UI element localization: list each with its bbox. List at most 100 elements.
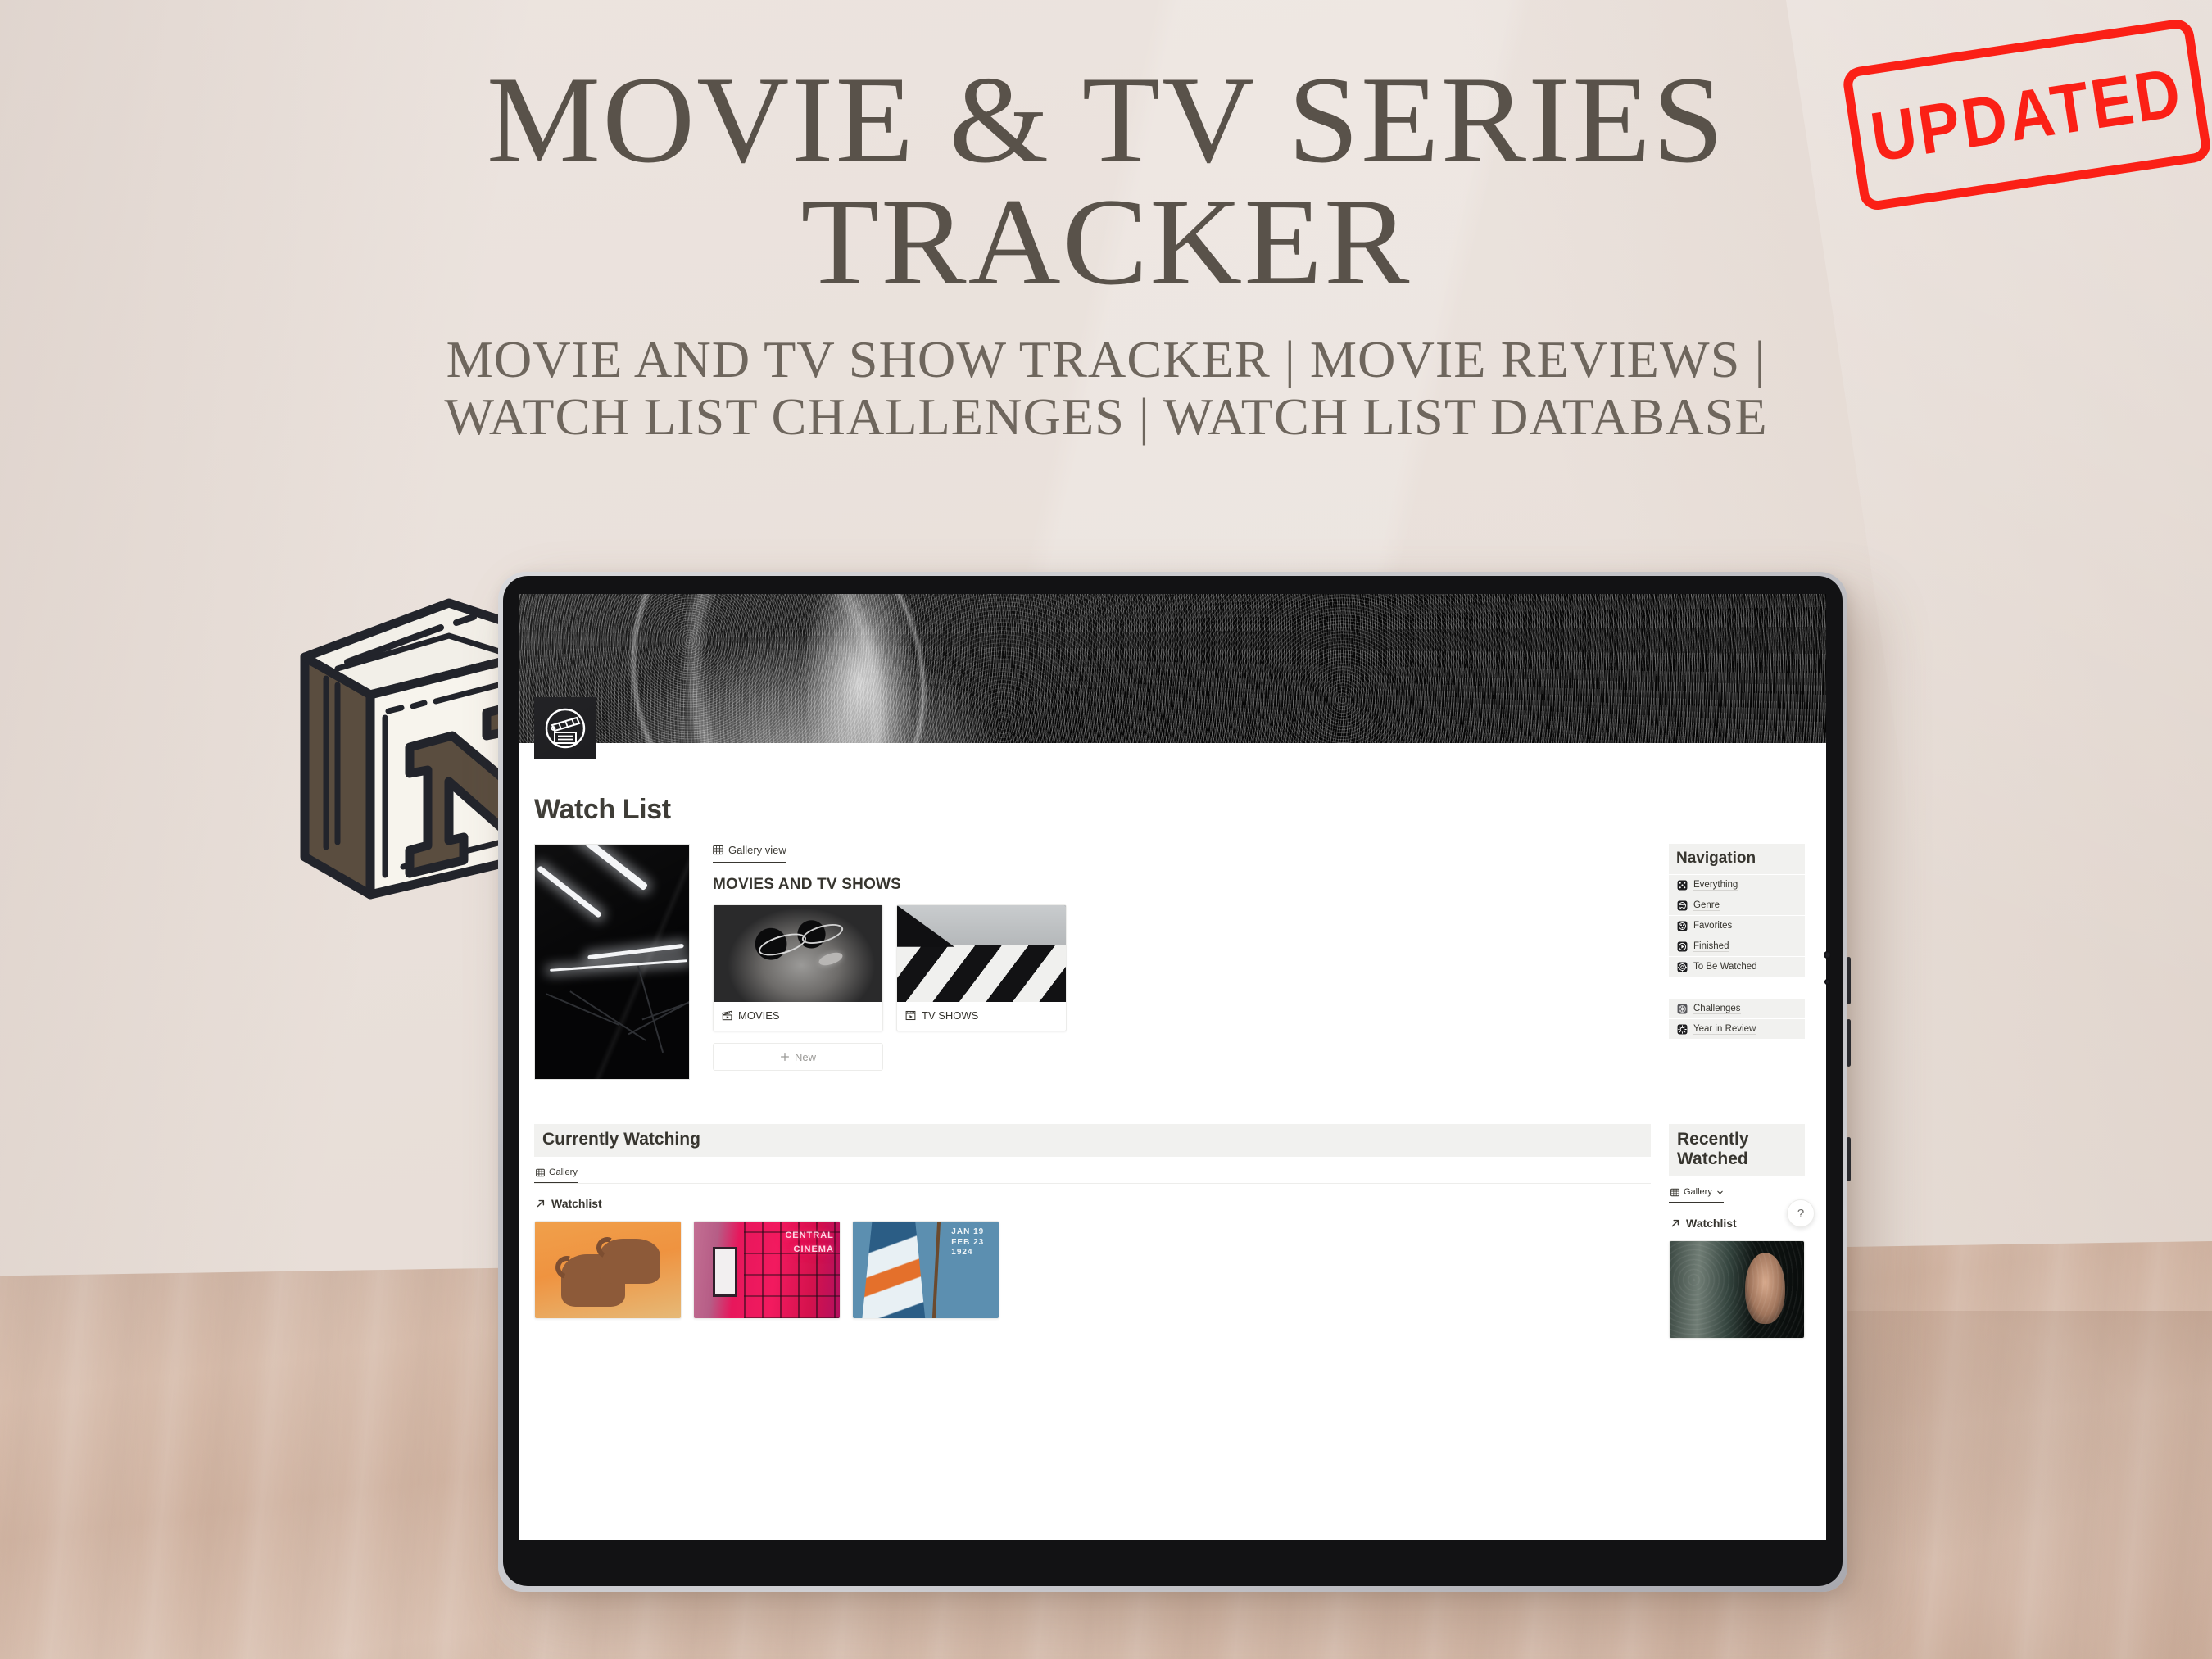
play-circle-glyph <box>1677 941 1687 951</box>
tablet-device: Watch List Gallery view MOVIES AND TV SH… <box>498 572 1851 1592</box>
database-column: Gallery view MOVIES AND TV SHOWS MOVIES … <box>690 844 1651 1080</box>
card-label-row-tv-shows: TV SHOWS <box>897 1002 1066 1031</box>
power-button[interactable] <box>1847 1137 1851 1181</box>
gallery-card-movies[interactable]: MOVIES <box>713 904 883 1031</box>
card-label-row-movies: MOVIES <box>714 1002 882 1031</box>
recently-watched-link-label: Watchlist <box>1686 1217 1737 1230</box>
gallery-view-icon <box>713 845 723 855</box>
gallery-view-glyph <box>713 845 723 855</box>
sidebar-label-genre: Genre <box>1693 900 1720 911</box>
recently-watched-view-label: Gallery <box>1684 1187 1712 1197</box>
rams-illustration-image <box>535 1222 681 1318</box>
lower-sections: Currently Watching Gallery Watchlist CEN… <box>519 1080 1826 1339</box>
film-strip-icon <box>905 1010 916 1021</box>
sidebar-label-challenges: Challenges <box>1693 1003 1741 1014</box>
central-cinema-neon-image: CENTRAL CINEMA <box>694 1222 840 1318</box>
clapperboard-icon <box>722 1010 732 1021</box>
plus-icon <box>780 1052 790 1062</box>
sidebar-label-to-be-watched: To Be Watched <box>1693 961 1757 972</box>
film-strip-glyph <box>905 1010 916 1021</box>
gallery-card-tv-shows[interactable]: TV SHOWS <box>896 904 1067 1031</box>
currently-watching-watchlist-link[interactable]: Watchlist <box>534 1184 1651 1221</box>
clapperboard-icon <box>534 697 596 759</box>
play-circle-icon <box>1676 941 1688 952</box>
currently-watching-title: Currently Watching <box>534 1124 1651 1157</box>
gear-glyph <box>1677 1024 1687 1034</box>
tablet-screen: Watch List Gallery view MOVIES AND TV SH… <box>519 594 1826 1540</box>
wheel-glyph <box>1677 1004 1687 1013</box>
sidebar-item-to-be-watched[interactable]: To Be Watched <box>1669 956 1805 977</box>
dice-glyph <box>1677 880 1687 890</box>
currently-watching-cards: CENTRAL CINEMA JAN 19 FEB 23 1924 <box>534 1221 1651 1319</box>
currently-watching-view-tab[interactable]: Gallery <box>534 1157 578 1184</box>
target-icon <box>1676 961 1688 972</box>
watch-card-cinema[interactable]: CENTRAL CINEMA <box>693 1221 841 1319</box>
promo-subhead: MOVIE AND TV SHOW TRACKER | MOVIE REVIEW… <box>0 331 2212 446</box>
dice-icon <box>1676 879 1688 891</box>
cinema-poster-frame <box>713 1246 738 1298</box>
navigation-panel: Navigation Everything Genre Favorites Fi… <box>1651 844 1805 1080</box>
volume-down-button[interactable] <box>1847 1019 1851 1067</box>
sidebar-item-favorites[interactable]: Favorites <box>1669 915 1805 936</box>
sidebar-label-everything: Everything <box>1693 879 1738 891</box>
portrait-texture <box>1670 1241 1804 1338</box>
watch-card-rams[interactable] <box>534 1221 682 1319</box>
sidebar-item-year-in-review[interactable]: Year in Review <box>1669 1018 1805 1039</box>
notion-page-body: Watch List Gallery view MOVIES AND TV SH… <box>519 743 1826 1339</box>
clapperboard-glyph <box>545 708 586 749</box>
gallery-view-glyph <box>536 1168 545 1176</box>
card-label-movies: MOVIES <box>738 1009 780 1022</box>
hero-image-column <box>534 844 690 1080</box>
arrow-up-right-glyph <box>1671 1219 1679 1227</box>
subhead-line-1: MOVIE AND TV SHOW TRACKER | MOVIE REVIEW… <box>446 330 1766 388</box>
recently-watched-watchlist-link[interactable]: Watchlist <box>1669 1203 1805 1240</box>
clover-glyph <box>1677 921 1687 931</box>
portrait-sunglasses-image <box>714 905 882 1002</box>
navigation-spacer <box>1669 977 1805 998</box>
front-camera-dot <box>1824 951 1831 959</box>
gear-icon <box>1676 1023 1688 1035</box>
navigation-title: Navigation <box>1669 844 1805 874</box>
cinema-neon-sign: CENTRAL CINEMA <box>785 1229 834 1256</box>
poster-date-line-3: 1924 <box>951 1248 973 1258</box>
volume-up-button[interactable] <box>1847 957 1851 1004</box>
sidebar-item-challenges[interactable]: Challenges <box>1669 998 1805 1018</box>
database-cards: MOVIES TV SHOWS <box>713 904 1651 1031</box>
currently-watching-view-label: Gallery <box>549 1167 578 1177</box>
card-thumbnail-movies <box>714 905 882 1002</box>
currently-watching-link-label: Watchlist <box>551 1197 602 1210</box>
recently-watched-view-tab[interactable]: Gallery <box>1669 1176 1724 1203</box>
new-card-button[interactable]: New <box>713 1043 883 1071</box>
recently-watched-title: Recently Watched <box>1669 1124 1805 1176</box>
hero-image <box>534 844 690 1080</box>
gallery-view-icon <box>1670 1188 1679 1197</box>
tab-gallery-view-label: Gallery view <box>728 844 786 856</box>
sidebar-label-favorites: Favorites <box>1693 920 1733 931</box>
help-button[interactable]: ? <box>1787 1199 1815 1227</box>
tablet-bezel: Watch List Gallery view MOVIES AND TV SH… <box>503 576 1843 1586</box>
recently-watched-section: Recently Watched Gallery Watchlist <box>1651 1124 1805 1339</box>
neon-line-2: CINEMA <box>793 1244 834 1254</box>
sensor-dot <box>1824 979 1830 985</box>
subhead-line-2: WATCH LIST CHALLENGES | WATCH LIST DATAB… <box>444 388 1768 446</box>
chevron-down-glyph <box>1717 1190 1723 1194</box>
sidebar-item-finished[interactable]: Finished <box>1669 936 1805 956</box>
globe-icon <box>1676 900 1688 911</box>
page-title: Watch List <box>534 794 671 825</box>
poster-date-line-1: JAN 19 <box>951 1227 985 1237</box>
tab-gallery-view[interactable]: Gallery view <box>713 844 786 863</box>
clover-icon <box>1676 920 1688 931</box>
gallery-view-icon <box>536 1168 545 1177</box>
poster-figure <box>861 1222 926 1318</box>
target-glyph <box>1677 962 1687 972</box>
card-label-tv-shows: TV SHOWS <box>922 1009 979 1022</box>
poster-pole <box>931 1222 941 1318</box>
sidebar-item-everything[interactable]: Everything <box>1669 874 1805 895</box>
watch-card-poster[interactable]: JAN 19 FEB 23 1924 <box>852 1221 999 1319</box>
chevron-down-icon[interactable] <box>1716 1189 1724 1196</box>
watch-card-portrait[interactable] <box>1669 1240 1805 1339</box>
plus-glyph <box>780 1052 790 1062</box>
poster-dates: JAN 19 FEB 23 1924 <box>951 1227 984 1258</box>
sidebar-item-genre[interactable]: Genre <box>1669 895 1805 915</box>
card-thumbnail-tv-shows <box>897 905 1066 1002</box>
